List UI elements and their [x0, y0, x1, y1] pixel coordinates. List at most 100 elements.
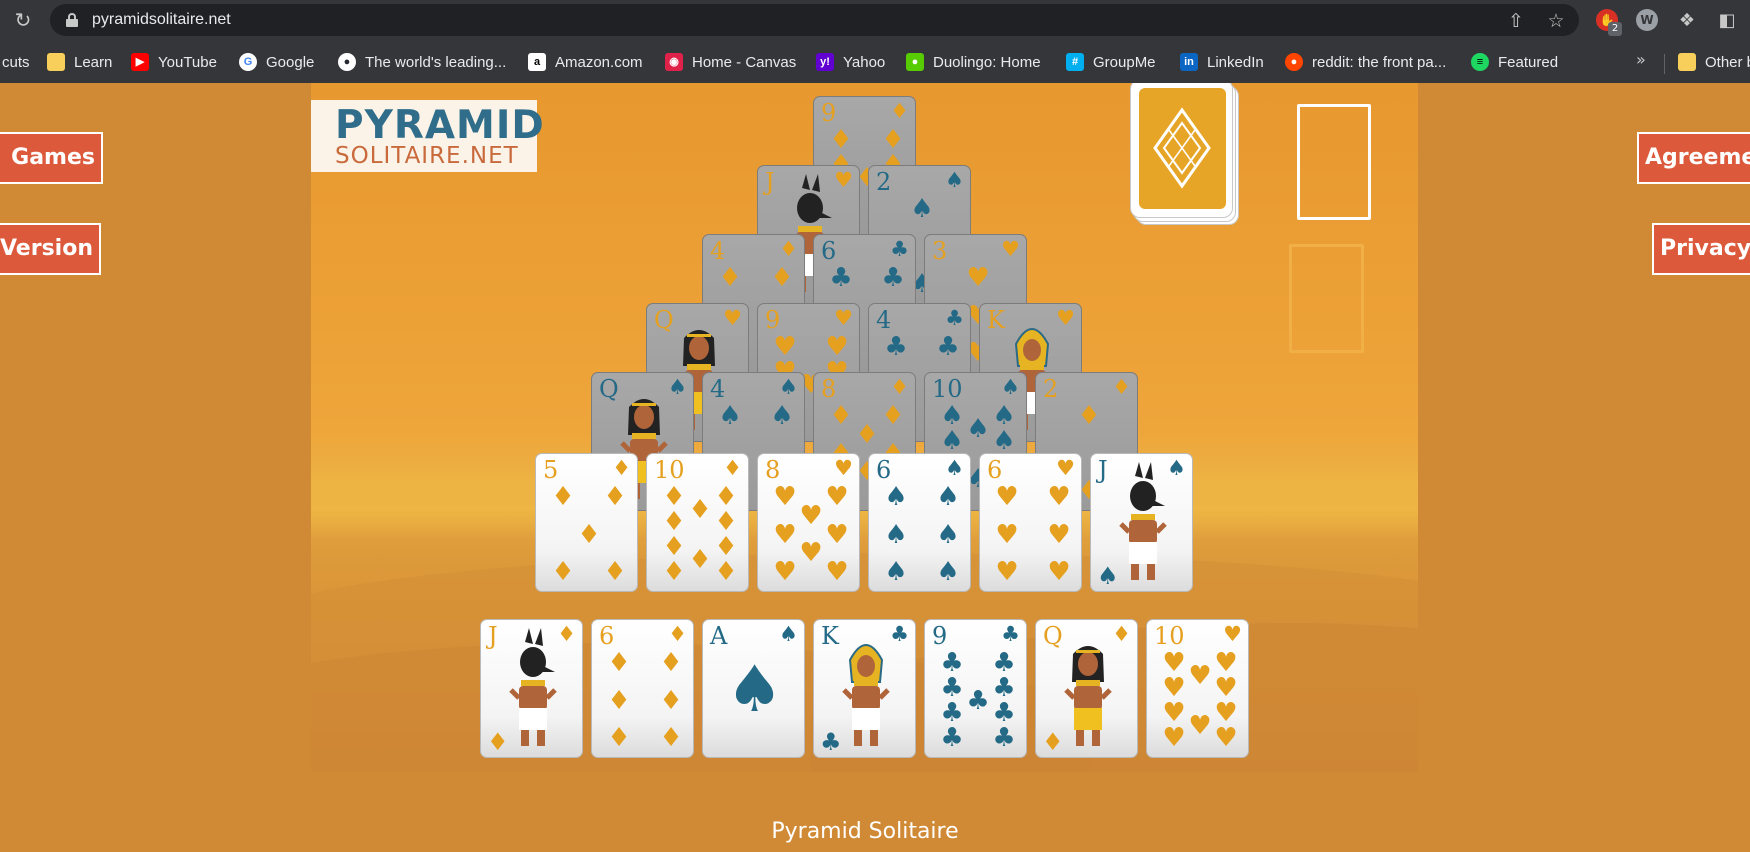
card-bottom-suit-icon: ♣	[820, 728, 842, 756]
card-pip: ♠	[910, 194, 934, 224]
side-panel-icon[interactable]: ◧	[1715, 9, 1739, 33]
playing-card[interactable]: ♦ J ♦	[480, 619, 583, 758]
bookmark-duolingo[interactable]: ● Duolingo: Home	[906, 51, 1041, 73]
playing-card[interactable]: ♥ ♥ ♥ ♥ ♥ ♥ ♥ ♥ 8 ♥	[757, 453, 860, 592]
card-corner-suit-icon: ♥	[834, 306, 853, 330]
bookmark-other[interactable]: Other b	[1678, 51, 1750, 73]
card-pips: ♥ ♥ ♥ ♥ ♥ ♥ ♥ ♥	[772, 484, 848, 587]
card-pip: ♦	[603, 482, 627, 512]
playing-card[interactable]: ♦ ♦ ♦ ♦ ♦ ♦ 6 ♦	[591, 619, 694, 758]
card-corner-suit-icon: ♠	[779, 375, 798, 399]
playing-card[interactable]: ♣ K ♣	[813, 619, 916, 758]
card-pip: ♠	[884, 482, 908, 512]
bookmark-github[interactable]: ● The world's leading...	[338, 51, 506, 73]
card-pip: ♦	[607, 723, 631, 753]
bookmark-label: GroupMe	[1093, 53, 1156, 71]
card-pip: ♦	[662, 557, 686, 587]
share-icon[interactable]: ⇧	[1505, 10, 1527, 32]
card-corner-suit-icon: ♦	[612, 456, 631, 480]
bookmark-label: Learn	[74, 53, 113, 71]
card-corner-suit-icon: ♠	[779, 622, 798, 646]
bookmark-featured[interactable]: ≡ Featured	[1471, 51, 1558, 73]
bookmark-learn[interactable]: Learn	[47, 51, 112, 73]
card-pips: ♦ ♦ ♦ ♦ ♦ ♦ ♦ ♦ ♦ ♦	[661, 484, 737, 587]
discard-slot[interactable]	[1289, 244, 1364, 353]
card-pip: ♥	[966, 263, 990, 293]
stock-card-back[interactable]	[1130, 83, 1233, 218]
bookmark-label: Home - Canvas	[692, 53, 797, 71]
playing-card[interactable]: ♥ ♥ ♥ ♥ ♥ ♥ ♥ ♥ ♥ ♥ 10 ♥	[1146, 619, 1249, 758]
card-corner-suit-icon: ♦	[1112, 622, 1131, 646]
waste-slot[interactable]	[1297, 104, 1371, 220]
card-corner-suit-icon: ♥	[1223, 622, 1242, 646]
w-extension-icon[interactable]: W	[1636, 9, 1658, 31]
card-pip: ♥	[773, 557, 797, 587]
bookmark-yahoo[interactable]: y! Yahoo	[816, 51, 885, 73]
card-pip: ♣	[940, 723, 964, 753]
playing-card[interactable]: ♦ ♦ ♦ ♦ ♦ ♦ ♦ ♦ ♦ ♦ 10 ♦	[646, 453, 749, 592]
card-corner-suit-icon: ♠	[668, 375, 687, 399]
card-pip: ♦	[829, 401, 853, 431]
card-corner-suit-icon: ♦	[1112, 375, 1131, 399]
card-rank: Q	[654, 306, 674, 334]
card-pips: ♦ ♦ ♦ ♦ ♦ ♦	[606, 648, 682, 753]
playing-card[interactable]: ♦ ♦ ♦ ♦ ♦ 5 ♦	[535, 453, 638, 592]
playing-card[interactable]: ♠ ♠ ♠ ♠ ♠ ♠ 6 ♠	[868, 453, 971, 592]
card-rank: 9	[932, 622, 948, 650]
card-rank: K	[987, 306, 1005, 334]
address-row: ↻ pyramidsolitaire.net ⇧ ☆ ✋ 2 W ❖ ◧	[0, 0, 1750, 41]
card-pip: ♥	[1047, 557, 1071, 587]
card-rank: Q	[1043, 622, 1063, 650]
card-corner-suit-icon: ♠	[1167, 456, 1186, 480]
card-rank: 8	[765, 456, 781, 484]
card-pip: ♦	[577, 519, 601, 550]
groupme-icon: #	[1066, 53, 1084, 71]
playing-card[interactable]: ♦ Q ♦	[1035, 619, 1138, 758]
bookmark-reddit[interactable]: ● reddit: the front pa...	[1285, 51, 1446, 73]
playing-card[interactable]: ♥ ♥ ♥ ♥ ♥ ♥ 6 ♥	[979, 453, 1082, 592]
playing-card[interactable]: ♠ J ♠	[1090, 453, 1193, 592]
bookmark-label: cuts	[2, 53, 30, 71]
lock-icon[interactable]	[66, 13, 78, 27]
bookmark-label: LinkedIn	[1207, 53, 1264, 71]
spotify-icon: ≡	[1471, 53, 1489, 71]
privacy-button[interactable]: Privacy	[1652, 223, 1750, 275]
card-rank: Q	[599, 375, 619, 403]
card-rank: 2	[876, 168, 892, 196]
more-bookmarks-chevron-icon[interactable]: »	[1636, 50, 1646, 69]
bookmark-youtube[interactable]: ▶ YouTube	[131, 51, 217, 73]
bookmark-star-icon[interactable]: ☆	[1545, 10, 1567, 32]
card-corner-suit-icon: ♥	[1001, 237, 1020, 261]
card-pip: ♣	[936, 332, 960, 362]
card-pip: ♣	[966, 685, 990, 716]
card-pip: ♥	[1162, 723, 1186, 753]
bookmark-label: Amazon.com	[555, 53, 643, 71]
card-pips: ♥ ♥ ♥ ♥ ♥ ♥ ♥ ♥ ♥ ♥	[1161, 650, 1237, 753]
site-logo[interactable]: PYRAMID SOLITAIRE.NET	[311, 100, 544, 172]
card-pip: ♦	[855, 419, 879, 450]
bookmark-shortcuts[interactable]: cuts	[2, 51, 30, 73]
playing-card[interactable]: ♠ A ♠	[702, 619, 805, 758]
bookmark-amazon[interactable]: a Amazon.com	[528, 51, 643, 73]
games-button[interactable]: Games	[0, 132, 103, 184]
playing-card[interactable]: ♣ ♣ ♣ ♣ ♣ ♣ ♣ ♣ ♣ 9 ♣	[924, 619, 1027, 758]
card-pips: ♦ ♦ ♦ ♦ ♦	[550, 482, 627, 586]
bookmark-linkedin[interactable]: in LinkedIn	[1180, 51, 1264, 73]
card-corner-suit-icon: ♦	[723, 456, 742, 480]
bookmark-google[interactable]: G Google	[239, 51, 314, 73]
address-bar[interactable]: pyramidsolitaire.net ⇧ ☆	[50, 4, 1579, 36]
diamond-pattern-icon	[1153, 107, 1211, 189]
card-pip: ♦	[718, 263, 742, 293]
card-pip: ♠	[884, 519, 908, 550]
card-pip: ♥	[995, 557, 1019, 587]
extensions-puzzle-icon[interactable]: ❖	[1675, 9, 1699, 33]
bookmark-label: YouTube	[158, 53, 217, 71]
bookmark-canvas[interactable]: ◉ Home - Canvas	[665, 51, 796, 73]
reload-icon[interactable]: ↻	[11, 8, 35, 32]
card-pip: ♦	[607, 648, 631, 678]
version-button[interactable]: Version	[0, 223, 101, 275]
bookmark-label: Google	[266, 53, 315, 71]
bookmark-groupme[interactable]: # GroupMe	[1066, 51, 1156, 73]
url-text[interactable]: pyramidsolitaire.net	[92, 11, 231, 29]
agreement-button[interactable]: Agreeme	[1637, 132, 1750, 184]
